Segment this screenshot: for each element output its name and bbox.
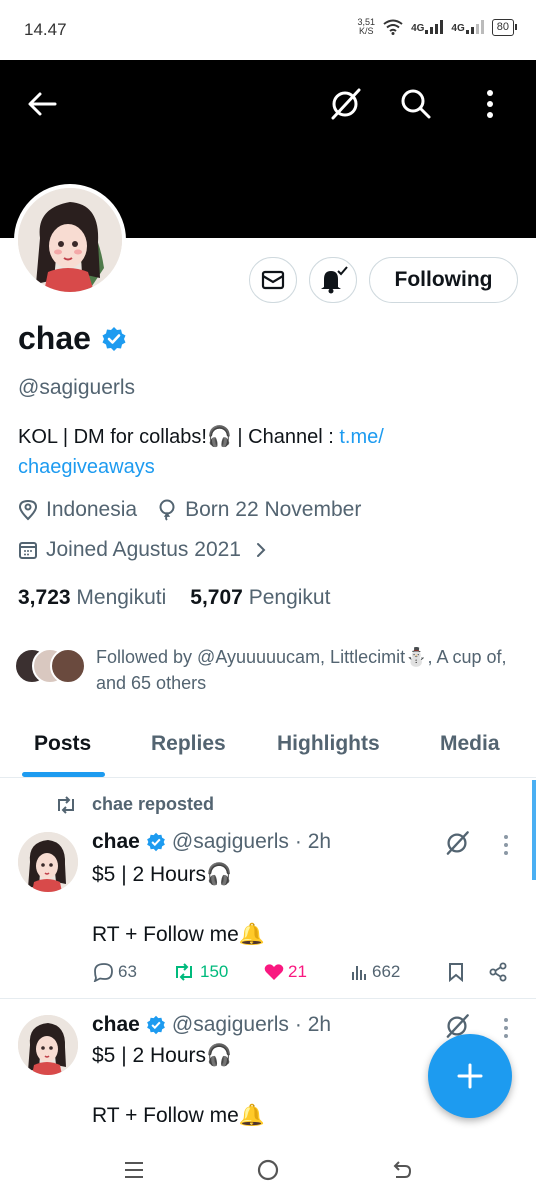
more-vertical-icon[interactable] [502,834,510,856]
profile-bio: KOL | DM for collabs!🎧 | Channel : t.me/… [18,426,384,478]
following-count-link[interactable]: 3,723 Mengikuti [18,586,166,610]
following-button[interactable]: Following [369,257,518,303]
system-navigation-bar [0,1140,536,1200]
post-text: $5 | 2 Hours🎧 RT + Follow me🔔 [92,1044,266,1127]
post-time: · 2h [294,830,332,853]
wifi-icon [383,19,403,35]
profile-handle: @sagiguerls [18,376,136,399]
bookmark-button[interactable] [448,962,488,982]
status-icons: 3,51 K/S 4G 4G 80 [357,17,518,36]
battery-indicator: 80 [491,18,518,36]
joined-row[interactable]: Joined Agustus 2021 [18,538,267,562]
active-tab-indicator [22,772,105,777]
envelope-icon [261,270,285,290]
post-avatar[interactable] [18,1015,78,1075]
post-actions: 63 150 21 662 [92,962,512,982]
grok-button[interactable] [327,86,363,122]
post-author-handle: @sagiguerls [171,830,289,853]
post-header: chae @sagiguerls · 2h [92,1013,331,1037]
profile-meta-row: Indonesia Born 22 November [18,498,361,522]
search-button[interactable] [398,86,434,122]
share-icon [489,962,507,982]
mutual-avatars [14,648,86,688]
slashed-circle-icon[interactable] [444,830,470,856]
post-time: · 2h [294,1013,332,1036]
repost-icon [176,963,192,981]
bookmark-icon [449,963,463,982]
avatar-illustration [18,1015,78,1075]
birthday: Born 22 November [185,498,362,521]
post-author-name[interactable]: chae [92,1013,140,1037]
followed-by[interactable]: Followed by @Ayuuuuucam, Littlecimit⛄, A… [14,644,518,696]
post-avatar[interactable] [18,832,78,892]
menu-lines-icon [125,1162,143,1178]
post-item[interactable]: chae reposted chae @sagiguerls · 2h $5 |… [0,780,536,998]
bar-chart-icon [352,966,366,980]
avatar-illustration [18,832,78,892]
network-speed: 3,51 K/S [357,17,376,36]
back-button[interactable] [24,86,60,122]
slashed-circle-icon [331,88,361,120]
back-arrow-icon [393,1161,412,1178]
like-button[interactable]: 21 [264,962,350,982]
post-header: chae @sagiguerls · 2h [92,830,331,854]
arrow-left-icon [28,92,57,116]
signal-1: 4G [411,20,444,34]
share-button[interactable] [488,962,508,982]
back-nav-button[interactable] [382,1154,422,1186]
profile-avatar[interactable] [14,184,126,296]
location: Indonesia [46,498,138,521]
profile-tabs: Posts Replies Highlights Media [0,720,536,778]
signal-bars-icon [465,20,484,34]
repost-button[interactable]: 150 [172,962,264,982]
views-button[interactable]: 662 [350,962,448,982]
calendar-icon [19,542,37,559]
chevron-right-icon [257,543,266,557]
repost-icon [58,795,74,814]
signal-2: 4G [451,20,484,34]
balloon-icon [159,499,175,521]
bell-check-icon [321,266,348,294]
post-text: $5 | 2 Hours🎧 RT + Follow me🔔 [92,863,266,946]
joined-date: Joined Agustus 2021 [46,538,241,561]
message-button[interactable] [249,257,297,303]
more-vertical-icon[interactable] [502,1017,510,1039]
verified-badge-icon [147,832,165,852]
followers-count-link[interactable]: 5,707 Pengikut [190,586,330,610]
verified-badge-icon [102,326,126,351]
more-button[interactable] [472,86,508,122]
heart-filled-icon [264,964,284,980]
tab-highlights[interactable]: Highlights [277,732,380,756]
verified-badge-icon [147,1015,165,1035]
bio-link-continued[interactable]: chaegiveaways [18,456,155,478]
avatar-illustration [18,188,122,292]
plus-icon [457,1063,483,1089]
compose-post-button[interactable] [428,1034,512,1118]
followed-by-text: Followed by @Ayuuuuucam, Littlecimit⛄, A… [96,647,507,693]
status-time: 14.47 [24,20,67,39]
signal-bars-icon [425,20,444,34]
kebab-menu-icon [487,90,493,118]
tab-replies[interactable]: Replies [151,732,226,756]
bio-link[interactable]: t.me/ [339,426,383,448]
notifications-button[interactable] [309,257,357,303]
follow-counts: 3,723 Mengikuti 5,707 Pengikut [18,586,330,610]
home-button[interactable] [248,1154,288,1186]
post-author-name[interactable]: chae [92,830,140,854]
reply-button[interactable]: 63 [92,962,172,982]
location-pin-icon [18,499,38,521]
display-name: chae [18,320,127,357]
post-author-handle: @sagiguerls [171,1013,289,1036]
reply-bubble-icon [93,963,113,982]
mutual-avatar [50,648,86,684]
circle-home-icon [257,1159,279,1181]
recent-apps-button[interactable] [114,1154,154,1186]
repost-label: chae reposted [54,794,214,815]
search-icon [401,89,431,119]
tab-media[interactable]: Media [440,732,500,756]
tab-posts[interactable]: Posts [34,732,91,756]
status-bar: 14.47 3,51 K/S 4G 4G 80 [0,0,536,60]
